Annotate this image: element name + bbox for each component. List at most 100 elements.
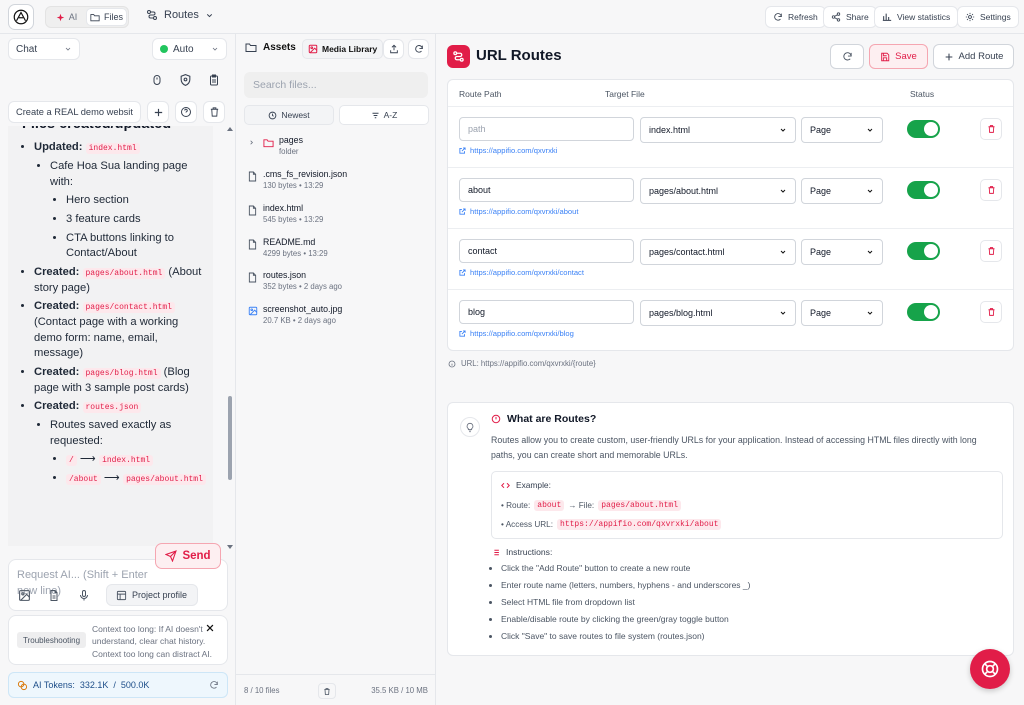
clipboard-button[interactable] — [203, 69, 225, 91]
route-url-link[interactable]: https://appifio.com/qxvrxki/about — [459, 207, 578, 216]
route-type-value: Page — [810, 308, 832, 318]
file-name: README.md — [263, 237, 316, 247]
target-file-select[interactable]: pages/contact.html — [640, 239, 796, 265]
file-row[interactable]: README.md 4299 bytes • 13:29 — [248, 237, 428, 267]
list-item: / ⟶ index.html — [66, 452, 207, 468]
shield-button[interactable] — [174, 69, 196, 91]
route-path-input[interactable]: path — [459, 117, 634, 141]
refresh-button[interactable]: Refresh — [765, 6, 826, 28]
column-header: Route Path — [459, 89, 502, 99]
lightbulb-icon — [460, 417, 480, 437]
sort-icon — [371, 111, 380, 120]
help-button[interactable] — [175, 101, 197, 123]
file-row[interactable]: screenshot_auto.jpg 20.7 KB • 2 days ago — [248, 304, 428, 334]
file-prefix: → File: — [568, 501, 595, 510]
routes-info-card: What are Routes? Routes allow you to cre… — [447, 402, 1014, 656]
refresh-icon[interactable] — [209, 680, 219, 690]
delete-route-button[interactable] — [980, 179, 1002, 201]
info-description: Routes allow you to create custom, user-… — [491, 435, 977, 460]
chevron-down-icon — [866, 248, 874, 256]
route-type-select[interactable]: Page — [801, 300, 883, 326]
external-link-icon — [459, 147, 466, 154]
assets-panel: Assets Media Library Search files... New… — [236, 34, 436, 705]
target-file-select[interactable]: pages/about.html — [640, 178, 796, 204]
list-icon — [491, 548, 500, 557]
status-toggle[interactable] — [907, 242, 940, 260]
alert-circle-icon — [491, 414, 501, 424]
info-title: What are Routes? — [491, 413, 596, 425]
file-row[interactable]: index.html 545 bytes • 13:29 — [248, 203, 428, 233]
status-toggle[interactable] — [907, 303, 940, 321]
chevron-down-icon — [866, 309, 874, 317]
tab-ai[interactable]: AI — [47, 8, 86, 26]
new-chat-button[interactable] — [147, 101, 169, 123]
microphone-button[interactable] — [73, 584, 95, 606]
delete-route-button[interactable] — [980, 118, 1002, 140]
target-file-select[interactable]: index.html — [640, 117, 796, 143]
save-button[interactable]: Save — [869, 44, 928, 69]
delete-chat-button[interactable] — [203, 101, 225, 123]
settings-button[interactable]: Settings — [957, 6, 1019, 28]
session-select[interactable]: Create a REAL demo websit — [8, 101, 141, 123]
project-profile-button[interactable]: Project profile — [106, 584, 198, 606]
file-code: pages/blog.html — [82, 368, 161, 380]
assets-title: Assets — [263, 42, 296, 53]
openai-logo-icon[interactable] — [8, 4, 34, 30]
routes-menu[interactable]: Routes — [146, 9, 214, 21]
add-route-label: Add Route — [958, 51, 1004, 62]
reload-routes-button[interactable] — [830, 44, 864, 69]
share-button[interactable]: Share — [823, 6, 877, 28]
tab-files[interactable]: Files — [86, 8, 127, 26]
troubleshooting-card: Troubleshooting Context too long: If AI … — [8, 615, 228, 665]
route-url-link[interactable]: https://appifio.com/qxvrxki/blog — [459, 329, 574, 338]
share-icon — [831, 12, 841, 22]
sort-newest-button[interactable]: Newest — [244, 105, 334, 125]
file-row[interactable]: routes.json 352 bytes • 2 days ago — [248, 270, 428, 300]
storage-size: 35.5 KB / 10 MB — [371, 686, 428, 695]
help-icon — [180, 106, 192, 118]
upload-button[interactable] — [383, 39, 404, 59]
folder-row[interactable]: pages folder — [248, 135, 428, 165]
route-path-input[interactable]: blog — [459, 300, 634, 324]
status-toggle[interactable] — [907, 181, 940, 199]
support-button[interactable] — [970, 649, 1010, 689]
route-path-input[interactable]: about — [459, 178, 634, 202]
route-url-link[interactable]: https://appifio.com/qxvrxki — [459, 146, 557, 155]
bar-chart-icon — [882, 12, 892, 22]
delete-route-button[interactable] — [980, 301, 1002, 323]
view-statistics-button[interactable]: View statistics — [874, 6, 959, 28]
target-file-select[interactable]: pages/blog.html — [640, 300, 796, 326]
image-upload-button[interactable] — [13, 584, 35, 606]
route-path-input[interactable]: contact — [459, 239, 634, 263]
document-upload-button[interactable] — [43, 584, 65, 606]
send-label: Send — [182, 550, 211, 562]
scroll-thumb[interactable] — [228, 396, 232, 480]
delete-route-button[interactable] — [980, 240, 1002, 262]
created-label: Created: — [34, 400, 80, 413]
close-icon[interactable] — [205, 623, 219, 637]
sort-az-button[interactable]: A-Z — [339, 105, 429, 125]
refresh-label: Refresh — [788, 12, 818, 22]
list-item: Created: pages/about.html (About story p… — [34, 265, 207, 296]
search-files-input[interactable]: Search files... — [244, 72, 428, 98]
mouse-button[interactable] — [146, 69, 168, 91]
trash-icon[interactable] — [318, 683, 336, 699]
route-type-value: Page — [810, 125, 832, 135]
send-button[interactable]: Send — [155, 543, 221, 569]
status-toggle[interactable] — [907, 120, 940, 138]
file-row[interactable]: .cms_fs_revision.json 130 bytes • 13:29 — [248, 169, 428, 199]
chat-mode-select[interactable]: Chat — [8, 38, 80, 60]
route-url-link[interactable]: https://appifio.com/qxvrxki/contact — [459, 268, 584, 277]
media-library-button[interactable]: Media Library — [302, 39, 384, 59]
add-route-button[interactable]: Add Route — [933, 44, 1014, 69]
route-type-select[interactable]: Page — [801, 178, 883, 204]
example-url-line: • Access URL: https://appifio.com/qxvrxk… — [501, 519, 722, 530]
chat-scrollbar[interactable] — [226, 126, 234, 550]
route-type-select[interactable]: Page — [801, 117, 883, 143]
route-type-select[interactable]: Page — [801, 239, 883, 265]
created-label: Created: — [34, 300, 80, 313]
model-select[interactable]: Auto — [152, 38, 227, 60]
document-icon — [48, 589, 60, 602]
refresh-assets-button[interactable] — [408, 39, 429, 59]
info-icon — [448, 360, 456, 368]
